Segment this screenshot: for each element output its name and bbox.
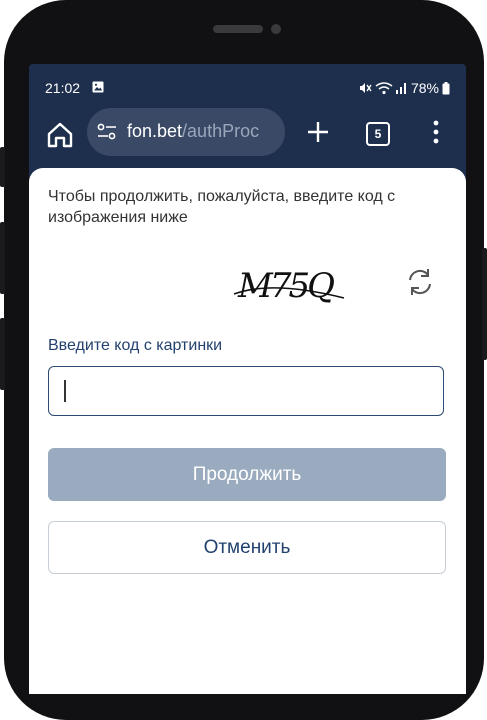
plus-icon[interactable] xyxy=(304,118,332,146)
phone-screen: 21:02 78% fon.bet/authProc 5 Чтобы продо… xyxy=(29,64,466,694)
url-text[interactable]: fon.bet/authProc xyxy=(127,121,259,142)
volume-up-button xyxy=(0,222,5,294)
status-icons: 78% xyxy=(358,80,450,96)
refresh-captcha-icon[interactable] xyxy=(404,266,436,298)
volume-down-button xyxy=(0,318,5,390)
tabs-icon[interactable]: 5 xyxy=(366,122,390,146)
browser-toolbar: fon.bet/authProc 5 xyxy=(29,108,466,164)
url-domain: fon.bet xyxy=(127,121,183,141)
code-input-label: Введите код с картинки xyxy=(48,337,223,354)
continue-button[interactable]: Продолжить xyxy=(48,448,446,501)
page-content: Чтобы продолжить, пожалуйста, введите ко… xyxy=(29,168,466,694)
status-time: 21:02 xyxy=(45,80,81,96)
battery-percent: 78% xyxy=(410,80,439,96)
cancel-button[interactable]: Отменить xyxy=(48,521,446,574)
power-button xyxy=(482,248,487,360)
phone-frame: 21:02 78% fon.bet/authProc 5 Чтобы продо… xyxy=(4,0,484,720)
code-input[interactable] xyxy=(48,366,444,416)
mute-icon xyxy=(359,83,372,93)
site-settings-icon[interactable] xyxy=(97,123,117,141)
captcha-image: M75Q xyxy=(233,266,345,306)
phone-side-button xyxy=(0,147,5,187)
battery-icon xyxy=(442,81,450,94)
instruction-text: Чтобы продолжить, пожалуйста, введите ко… xyxy=(48,188,396,226)
home-icon[interactable] xyxy=(45,120,75,150)
wifi-icon xyxy=(375,82,393,95)
text-caret xyxy=(64,380,66,402)
image-icon xyxy=(92,81,104,93)
address-bar[interactable]: fon.bet/authProc xyxy=(87,108,285,156)
signal-icon xyxy=(395,83,406,94)
url-path: /authProc xyxy=(182,121,260,141)
phone-speaker xyxy=(213,25,263,33)
more-vert-icon[interactable] xyxy=(429,118,443,146)
captcha-text: M75Q xyxy=(237,266,334,306)
status-bar: 21:02 78% xyxy=(29,64,466,110)
phone-camera xyxy=(271,24,281,34)
